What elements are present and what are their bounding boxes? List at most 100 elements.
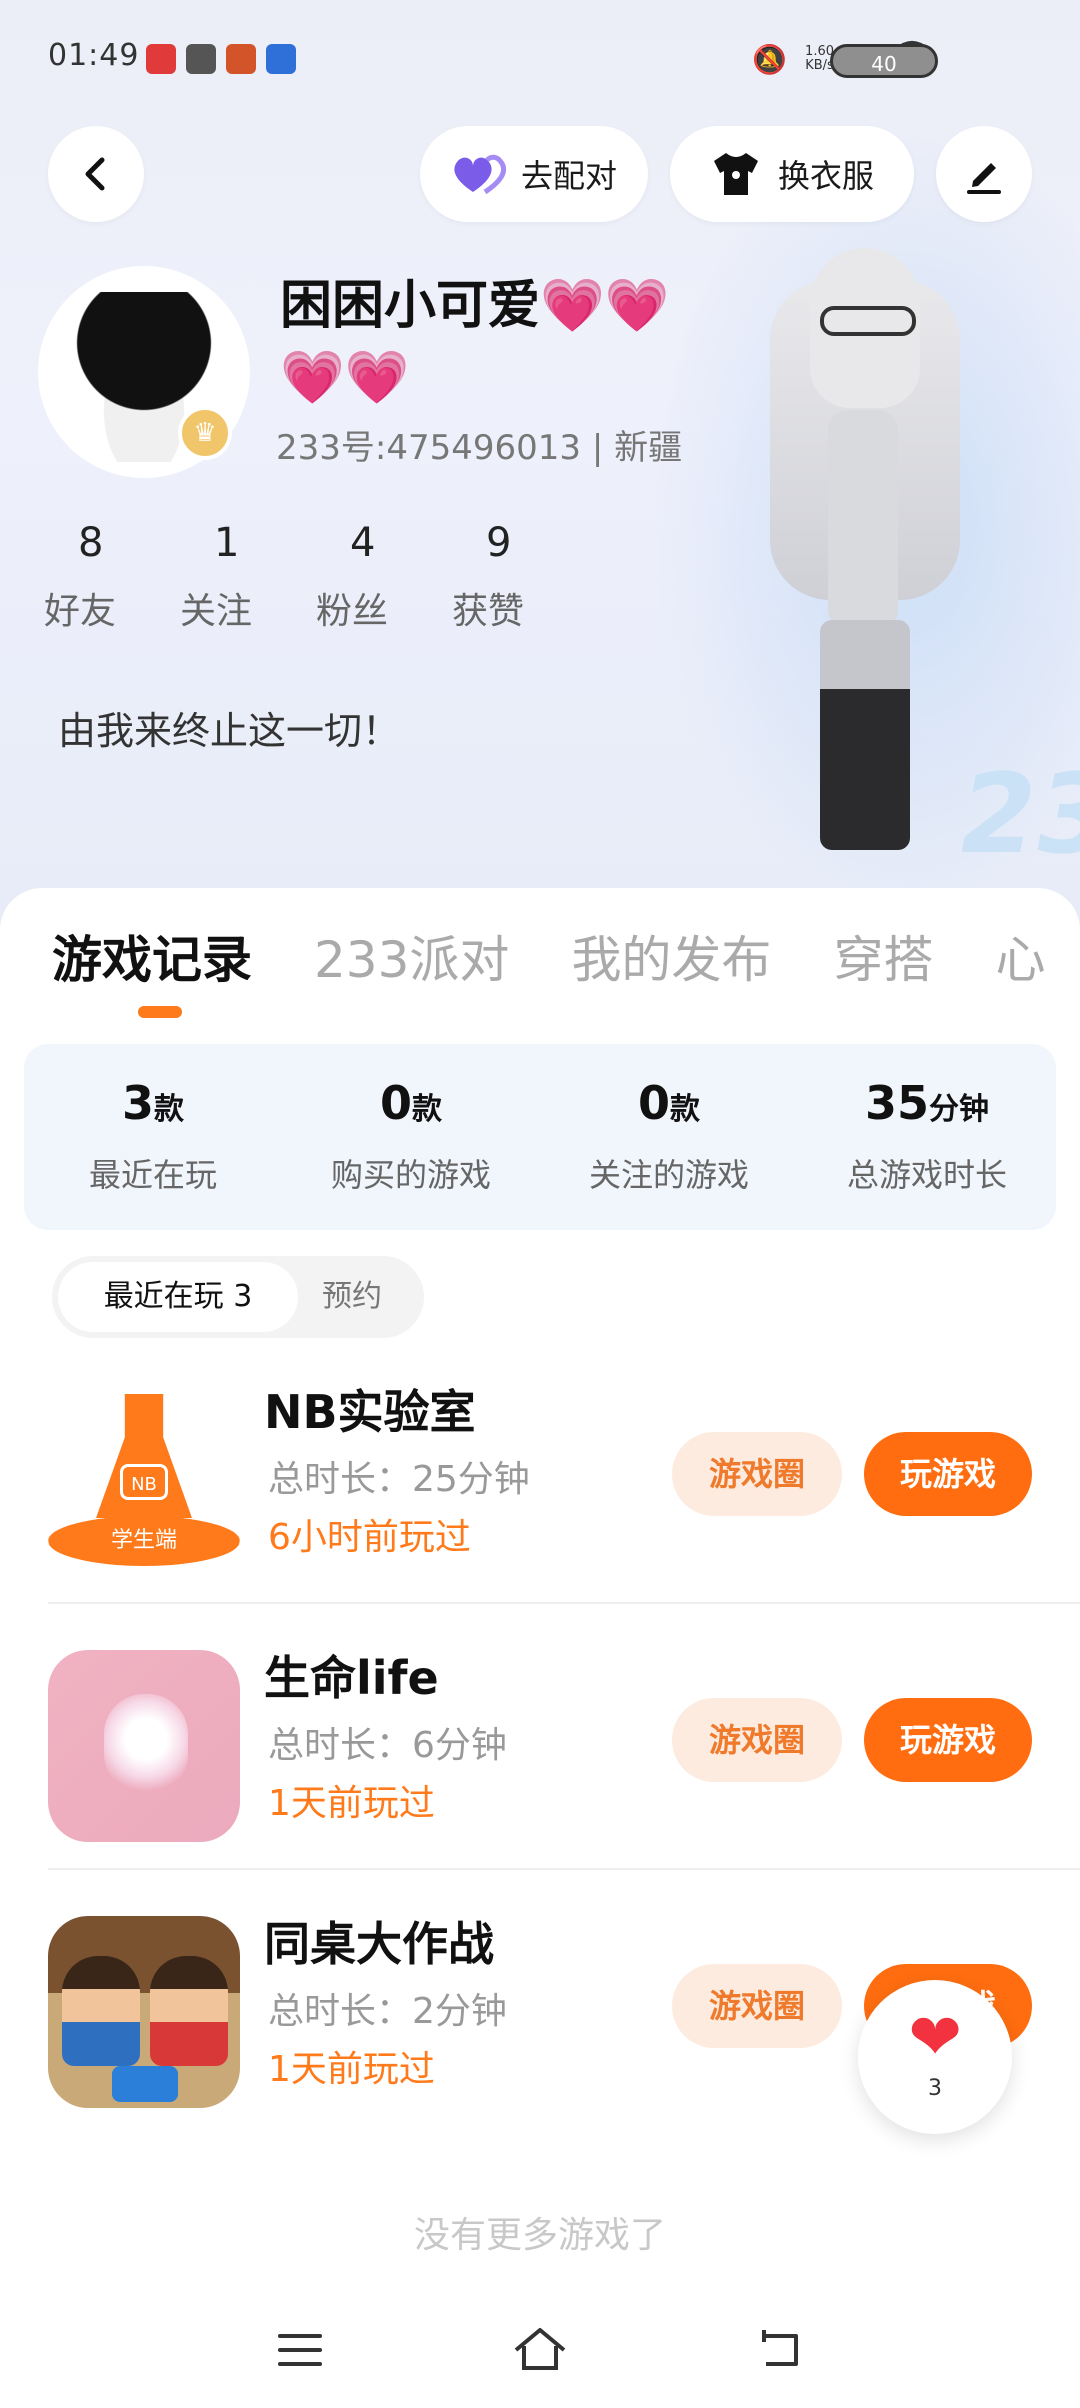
back-button[interactable] [48,126,144,222]
game-icon-deskmate [48,1916,240,2108]
match-label: 去配对 [520,157,617,195]
summary-playtime[interactable]: 35分钟 总游戏时长 [798,1044,1056,1230]
student-ribbon: 学生端 [48,1516,240,1566]
double-heart-icon [454,154,507,195]
like-count: 3 [928,2076,942,2101]
game-icon-life [48,1650,240,1842]
summary-label: 总游戏时长 [846,1156,1007,1194]
game-item[interactable]: NB 学生端 NB实验室 总时长：25分钟 6小时前玩过 游戏圈 玩游戏 [48,1362,1080,1602]
change-outfit-button[interactable]: 换衣服 [670,126,914,222]
summary-value: 35 [864,1076,929,1130]
game-last-played: 1天前玩过 [268,2049,435,2090]
summary-purchased[interactable]: 0款 购买的游戏 [282,1044,540,1230]
summary-value: 0 [637,1076,670,1130]
crown-badge-icon: ♛ [178,406,232,460]
stat-number: 1 [214,520,240,566]
game-summary: 3款 最近在玩 0款 购买的游戏 0款 关注的游戏 35分钟 总游戏时长 [24,1044,1056,1230]
tab-more[interactable]: 心 [995,920,1045,992]
fist-badge-icon [112,2066,178,2102]
stat-label: 粉丝 [316,591,389,632]
tab-my-posts[interactable]: 我的发布 [571,920,771,992]
mute-bell-icon: 🔕 [752,42,788,76]
heart-icon: ❤ [908,2001,962,2075]
nb-badge: NB [120,1464,168,1500]
game-app-icon [226,44,256,74]
stat-label: 关注 [180,591,253,632]
game-circle-button[interactable]: 游戏圈 [672,1432,842,1516]
nickname-text: 困困小可爱 [280,276,541,336]
summary-unit: 款 [154,1092,184,1127]
tshirt-icon [713,153,758,195]
active-tab-indicator [138,1006,182,1018]
back-nav-icon[interactable] [750,2320,810,2380]
status-app-icons [146,44,296,74]
pencil-icon [967,163,1001,194]
no-more-games-text: 没有更多游戏了 [413,2215,666,2256]
filter-recent-playing[interactable]: 最近在玩 3 [58,1262,298,1332]
filter-reserved[interactable]: 预约 [322,1262,382,1332]
game-last-played: 1天前玩过 [268,1783,435,1824]
edit-profile-button[interactable] [936,126,1032,222]
game-duration: 总时长：2分钟 [268,1991,507,2032]
avatar-3d-character[interactable] [740,240,980,860]
summary-recent[interactable]: 3款 最近在玩 [24,1044,282,1230]
nickname: 困困小可爱💗💗💗💗 [280,270,700,414]
game-circle-button[interactable]: 游戏圈 [672,1964,842,2048]
stat-fans[interactable]: 4 粉丝 [316,520,452,634]
summary-label: 购买的游戏 [330,1156,491,1194]
game-name: 生命life [264,1651,439,1705]
play-game-button[interactable]: 玩游戏 [864,1698,1032,1782]
stat-following[interactable]: 1 关注 [180,520,316,634]
platform-watermark: 233 [948,750,1080,878]
stat-label: 获赞 [452,591,525,632]
profile-tabs: 游戏记录 233派对 我的发布 穿搭 心 [52,920,1045,992]
notification-app-icon [146,44,176,74]
game-filter-toggle: 最近在玩 3 预约 [52,1256,424,1338]
summary-label: 最近在玩 [88,1156,217,1194]
tab-233-party[interactable]: 233派对 [314,920,509,992]
chevron-left-icon [85,157,105,191]
summary-unit: 款 [412,1092,442,1127]
summary-value: 0 [379,1076,412,1130]
match-button[interactable]: 去配对 [420,126,648,222]
kid-right-image [150,1956,228,2066]
like-floating-button[interactable]: ❤ 3 [858,1980,1012,2134]
list-divider [48,1602,1080,1604]
status-bar: 01:49 🔕 1.60 KB/s × 40 [0,0,1080,120]
game-duration: 总时长：6分钟 [268,1725,507,1766]
tab-game-records[interactable]: 游戏记录 [52,920,252,992]
game-circle-button[interactable]: 游戏圈 [672,1698,842,1782]
status-time: 01:49 [48,38,140,73]
stat-label: 好友 [44,591,117,632]
game-name: NB实验室 [264,1385,476,1439]
crown-app-icon [186,44,216,74]
game-icon-nb-lab: NB 学生端 [48,1384,240,1576]
summary-followed[interactable]: 0款 关注的游戏 [540,1044,798,1230]
glowing-heart-icon [104,1694,188,1794]
stat-friends[interactable]: 8 好友 [44,520,180,634]
profile-stats: 8 好友 1 关注 4 粉丝 9 获赞 [44,520,588,634]
user-id-location: 233号:475496013 | 新疆 [276,428,683,468]
stat-number: 4 [350,520,376,566]
game-name: 同桌大作战 [264,1917,494,1971]
play-game-button[interactable]: 玩游戏 [864,1432,1032,1516]
stat-number: 9 [486,520,512,566]
game-item[interactable]: 生命life 总时长：6分钟 1天前玩过 游戏圈 玩游戏 [48,1628,1080,1868]
character-glasses [820,306,916,336]
summary-value: 3 [121,1076,154,1130]
system-nav-bar [0,2300,1080,2408]
kid-left-image [62,1956,140,2066]
stat-likes[interactable]: 9 获赞 [452,520,588,634]
summary-label: 关注的游戏 [588,1156,749,1194]
menu-icon[interactable] [270,2320,330,2380]
list-divider [48,1868,1080,1870]
game-last-played: 6小时前玩过 [268,1517,471,1558]
summary-unit: 款 [670,1092,700,1127]
stat-number: 8 [78,520,104,566]
tab-outfits[interactable]: 穿搭 [833,920,933,992]
dress-label: 换衣服 [777,157,874,195]
profile-bio: 由我来终止这一切！ [58,709,401,753]
battery-icon: 40 [830,44,938,78]
game-duration: 总时长：25分钟 [268,1459,530,1500]
home-icon[interactable] [510,2320,570,2380]
